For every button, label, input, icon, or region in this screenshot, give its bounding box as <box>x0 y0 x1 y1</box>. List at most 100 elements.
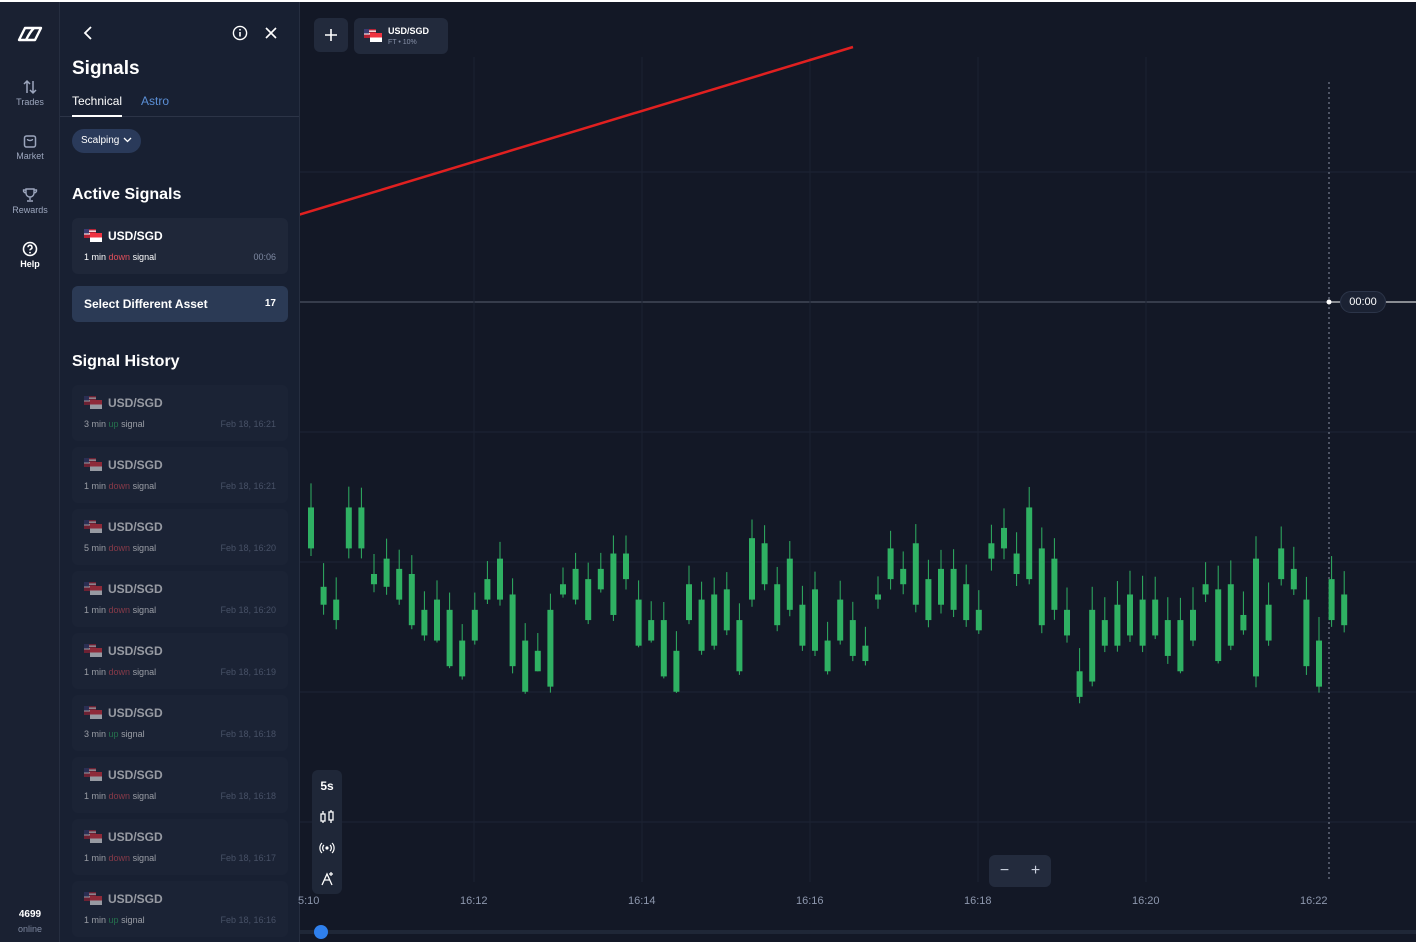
candle-body <box>1227 584 1234 646</box>
history-duration: 1 min <box>84 481 107 491</box>
x-tick-label: 16:12 <box>460 895 488 907</box>
candle-body <box>1177 620 1184 672</box>
history-desc: 1 min up signal <box>84 915 145 925</box>
candle-body <box>912 543 919 605</box>
history-desc: 1 min down signal <box>84 481 156 491</box>
scroll-handle[interactable] <box>314 925 328 939</box>
indicators-button[interactable] <box>312 832 342 863</box>
candle-body <box>547 609 554 687</box>
history-symbol: USD/SGD <box>108 830 163 844</box>
history-direction: up <box>108 419 119 429</box>
asset-tab[interactable]: USD/SGD FT • 10% <box>354 18 448 54</box>
candle-body <box>1290 568 1297 590</box>
candle-body <box>1240 614 1247 631</box>
history-time: Feb 18, 16:16 <box>220 915 276 925</box>
question-icon <box>22 241 38 257</box>
history-time: Feb 18, 16:19 <box>220 667 276 677</box>
candle-body <box>938 568 944 605</box>
candle-body <box>446 609 453 667</box>
candle-body <box>560 584 566 595</box>
signal-history-item[interactable]: USD/SGD 3 min up signal Feb 18, 16:21 <box>72 385 288 441</box>
candle-body <box>534 650 541 672</box>
rail-item-trades[interactable]: Trades <box>0 79 60 107</box>
add-chart-button[interactable] <box>314 18 348 52</box>
candle-body <box>1152 599 1159 636</box>
select-asset-button[interactable]: Select Different Asset 17 <box>72 286 288 322</box>
history-time: Feb 18, 16:21 <box>220 481 276 491</box>
back-arrow-icon[interactable] <box>80 24 98 42</box>
candle-body <box>711 594 718 646</box>
signal-history-item[interactable]: USD/SGD 1 min down signal Feb 18, 16:20 <box>72 571 288 627</box>
panel-title: Signals <box>72 58 140 79</box>
candle-body <box>1215 589 1222 662</box>
chart-toolbar: 5s <box>312 770 342 894</box>
zoom-out-button[interactable]: − <box>989 855 1020 887</box>
signal-history-item[interactable]: USD/SGD 1 min down signal Feb 18, 16:21 <box>72 447 288 503</box>
signal-history-item[interactable]: USD/SGD 1 min up signal Feb 18, 16:16 <box>72 881 288 937</box>
asset-tab-meta: FT • 10% <box>388 39 417 46</box>
candle-body <box>1076 671 1083 697</box>
candle-body <box>1278 548 1285 580</box>
candles <box>308 483 1348 704</box>
candle-body <box>585 579 592 621</box>
candle-body <box>1127 594 1133 636</box>
history-direction: down <box>108 667 131 677</box>
signal-history-item[interactable]: USD/SGD 1 min down signal Feb 18, 16:18 <box>72 757 288 813</box>
strategy-dropdown[interactable]: Scalping <box>72 129 142 153</box>
close-icon[interactable] <box>263 25 279 41</box>
active-signal-direction: down <box>108 252 131 262</box>
candle-body <box>761 543 768 585</box>
tab-astro[interactable]: Astro <box>141 94 169 117</box>
online-count: 4699 <box>18 909 42 920</box>
rail-item-market[interactable]: Market <box>0 133 60 161</box>
candlestick-chart[interactable] <box>300 2 1416 942</box>
zoom-in-button[interactable]: + <box>1020 855 1051 887</box>
signal-annotation-arrow <box>300 45 854 216</box>
usd-sgd-flag-icon <box>84 830 102 843</box>
candle-body <box>824 640 831 672</box>
history-symbol: USD/SGD <box>108 582 163 596</box>
candle-body <box>408 574 415 626</box>
candle-body <box>723 589 730 631</box>
candle-body <box>849 620 856 656</box>
history-symbol: USD/SGD <box>108 458 163 472</box>
timeframe-button[interactable]: 5s <box>312 770 342 801</box>
usd-sgd-flag-icon <box>84 768 102 781</box>
candle-body <box>862 645 869 662</box>
rail-item-rewards[interactable]: Rewards <box>0 187 60 215</box>
drawing-tools-button[interactable] <box>312 863 342 894</box>
candle-body <box>1089 609 1096 682</box>
active-signal-card[interactable]: USD/SGD 1 min down signal 00:06 <box>72 218 288 274</box>
candle-body <box>610 553 617 615</box>
candle-body <box>572 568 579 600</box>
candle-body <box>371 574 377 585</box>
usd-sgd-flag-icon <box>84 892 102 905</box>
signal-history-item[interactable]: USD/SGD 1 min down signal Feb 18, 16:19 <box>72 633 288 689</box>
info-icon[interactable] <box>232 25 248 41</box>
rail-item-help[interactable]: Help <box>0 241 60 269</box>
tab-technical[interactable]: Technical <box>72 94 123 117</box>
signal-history-item[interactable]: USD/SGD 1 min down signal Feb 18, 16:17 <box>72 819 288 875</box>
chart-area[interactable]: USD/SGD FT • 10% 00:00 5s − + 5:10 16:12 1… <box>298 2 1416 942</box>
signal-history-item[interactable]: USD/SGD 3 min up signal Feb 18, 16:18 <box>72 695 288 751</box>
usd-sgd-flag-icon <box>84 520 102 533</box>
draw-line-icon <box>321 871 333 885</box>
candle-body <box>799 604 806 646</box>
history-direction: up <box>108 729 119 739</box>
logo-icon[interactable] <box>17 26 43 42</box>
candle-body <box>1051 558 1058 610</box>
history-symbol: USD/SGD <box>108 396 163 410</box>
chevron-down-icon <box>123 137 132 143</box>
candle-type-button[interactable] <box>312 801 342 832</box>
asset-count-badge: 17 <box>264 298 276 309</box>
candle-body <box>749 538 755 600</box>
active-signals-heading: Active Signals <box>72 186 182 203</box>
candle-body <box>1341 594 1348 626</box>
candle-body <box>522 640 529 692</box>
rail-label-trades: Trades <box>16 97 44 107</box>
candle-body <box>887 548 894 580</box>
history-duration: 5 min <box>84 543 107 553</box>
history-word: signal <box>132 667 157 677</box>
candle-body <box>345 507 352 549</box>
signal-history-item[interactable]: USD/SGD 5 min down signal Feb 18, 16:20 <box>72 509 288 565</box>
